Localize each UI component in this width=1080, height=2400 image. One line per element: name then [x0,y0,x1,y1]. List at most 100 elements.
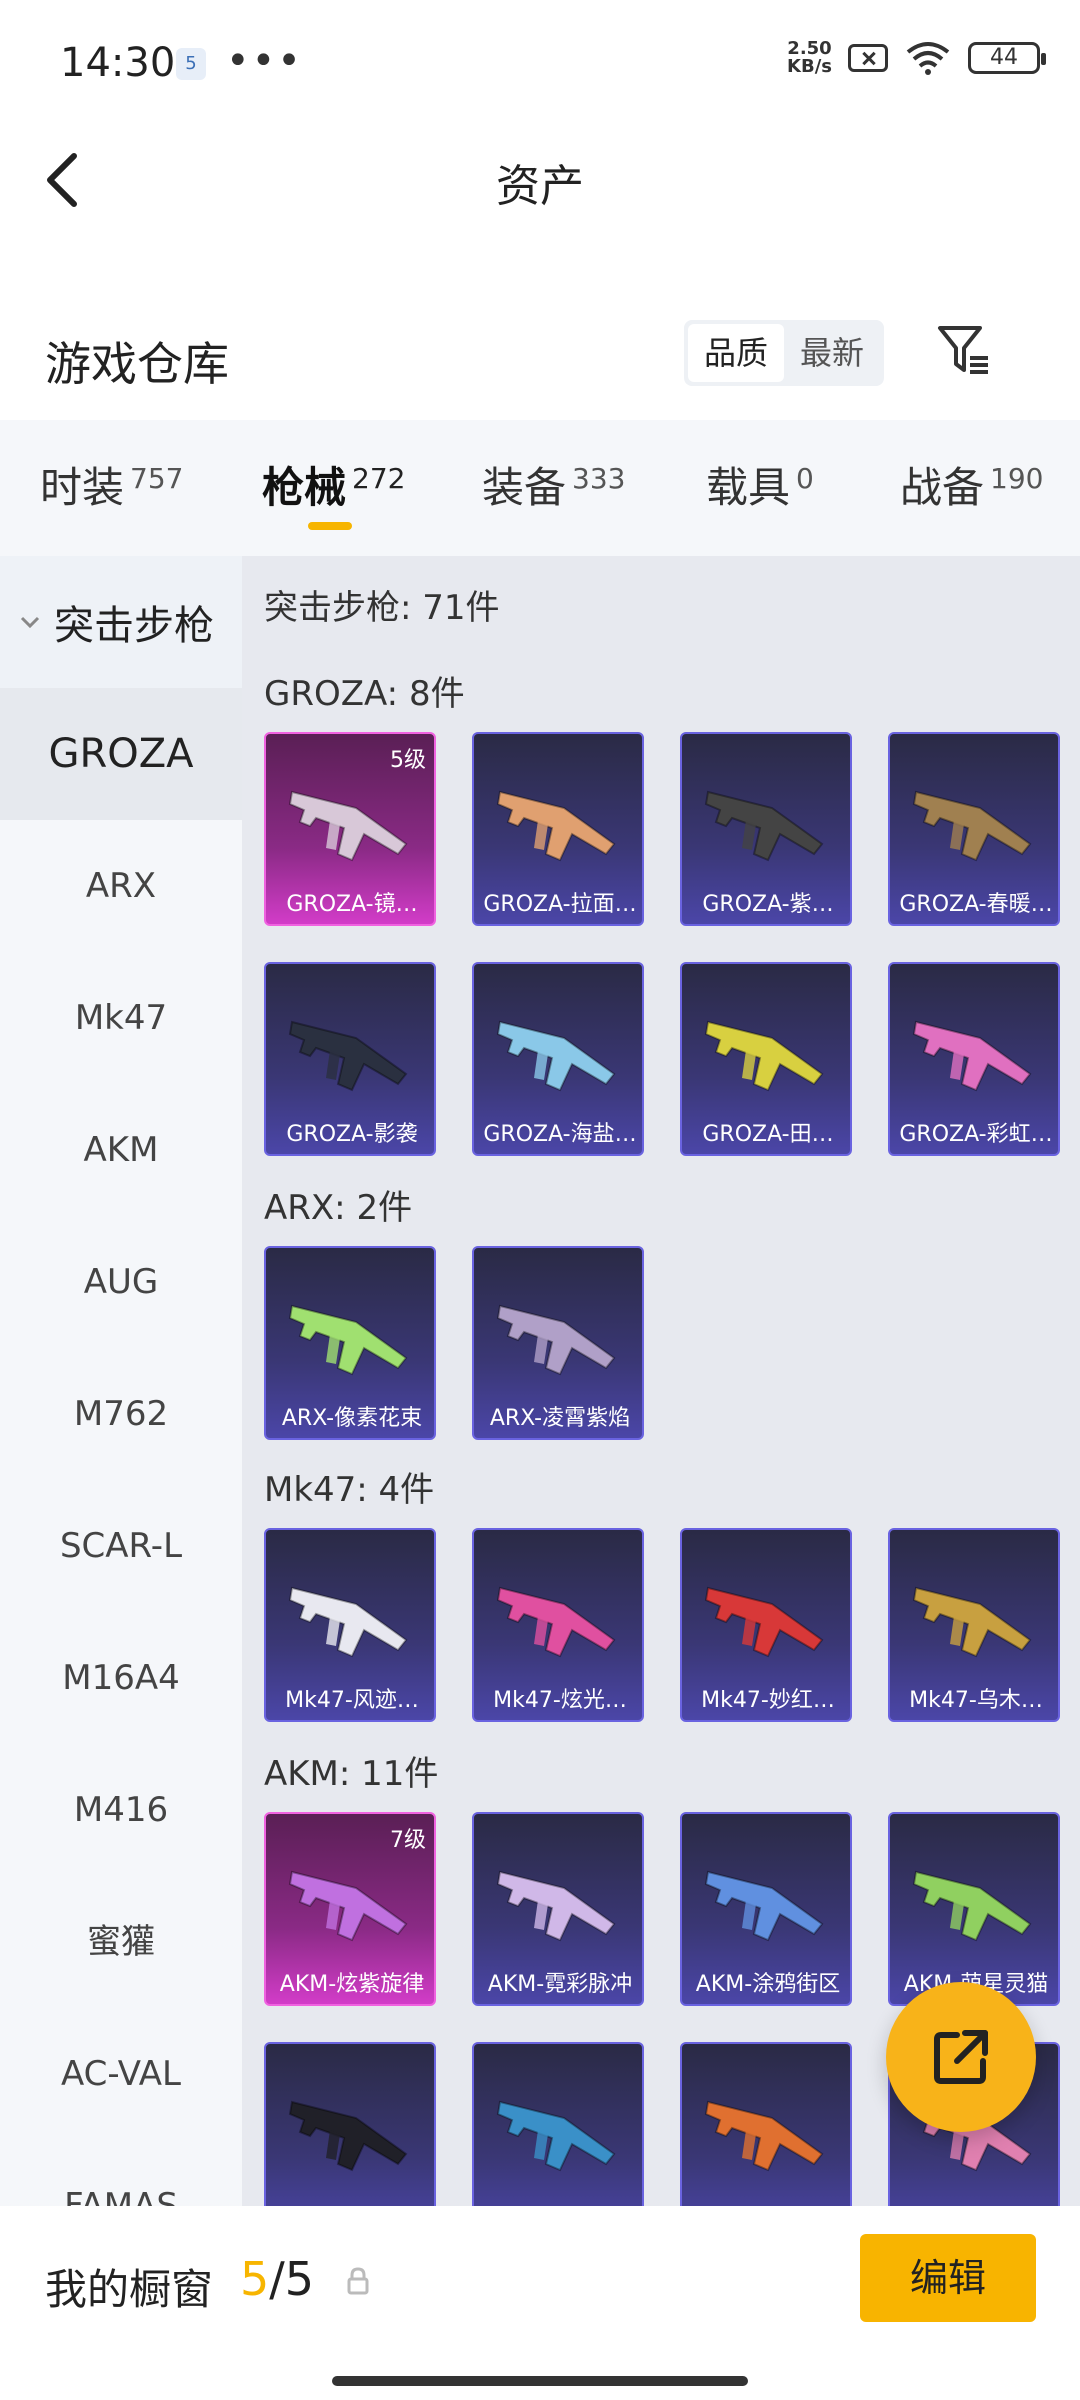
sidebar-item-m16a4[interactable]: M16A4 [0,1612,242,1744]
notification-icon: 5 [176,48,206,80]
weapon-name: Mk47-妙红… [701,1688,835,1713]
sort-option-quality[interactable]: 品质 [688,324,784,382]
filter-icon[interactable] [936,322,992,378]
network-speed-unit: KB/s [787,56,832,77]
tab-supplies[interactable]: 战备 190 [900,454,1043,515]
weapon-tile[interactable]: GROZA-春暖… [888,732,1060,926]
showcase-total: 5 [284,2252,315,2306]
tab-fashion[interactable]: 时装 757 [40,454,183,515]
tab-equipment[interactable]: 装备 333 [482,454,625,515]
weapon-image [288,790,408,862]
sidebar-item-aug[interactable]: AUG [0,1216,242,1348]
weapon-tile[interactable]: ARX-凌霄紫焰 [472,1246,644,1440]
sidebar-item-famas[interactable]: FAMAS [0,2140,242,2206]
weapon-name: GROZA-田… [702,1122,834,1147]
sidebar-item-honey-badger[interactable]: 蜜獾 [0,1876,242,2008]
showcase-separator: / [269,2252,285,2306]
weapon-image [496,1020,616,1092]
lock-icon [347,2267,369,2295]
status-bar: 14:30 5 ••• 2.50 KB/s 44 [0,0,1080,120]
sidebar-item-m762[interactable]: M762 [0,1348,242,1480]
weapon-tile[interactable]: 7级 AKM-炫紫旋律 [264,1812,436,2006]
weapon-tile[interactable]: Mk47-妙红… [680,1528,852,1722]
tab-firearms[interactable]: 枪械 272 [262,454,405,515]
sidebar-item-arx[interactable]: ARX [0,820,242,952]
section-title-arx: ARX: 2件 [264,1188,413,1228]
weapon-tile[interactable] [680,2042,852,2206]
share-icon [934,2030,988,2084]
sidebar-item-mk47[interactable]: Mk47 [0,952,242,1084]
weapon-name: GROZA-镜… [286,892,418,917]
weapon-image [288,1020,408,1092]
tab-vehicles[interactable]: 载具 0 [706,454,814,515]
tab-count: 333 [572,462,626,495]
sidebar-item-scar-l[interactable]: SCAR-L [0,1480,242,1612]
weapon-tile[interactable]: Mk47-乌木… [888,1528,1060,1722]
weapon-image [704,1020,824,1092]
weapon-tile[interactable]: GROZA-拉面… [472,732,644,926]
share-button[interactable] [886,1982,1036,2132]
status-time: 14:30 [60,40,176,86]
section-title-groza: GROZA: 8件 [264,674,465,714]
weapon-image [496,1586,616,1658]
sidebar-item-groza[interactable]: GROZA [0,688,242,820]
weapon-name: GROZA-拉面… [483,892,637,917]
tab-count: 757 [130,462,184,495]
weapon-image [704,1870,824,1942]
section-title-akm: AKM: 11件 [264,1754,439,1794]
weapon-image [912,1586,1032,1658]
tab-label: 战备 [900,463,985,512]
weapon-image [288,1586,408,1658]
weapon-tile[interactable]: GROZA-田… [680,962,852,1156]
weapon-name: AKM-霓彩脉冲 [487,1972,633,1997]
sidebar-item-m416[interactable]: M416 [0,1744,242,1876]
tab-label: 时装 [40,463,125,512]
showcase-count: 5/5 [240,2252,314,2306]
weapon-name: AKM-涂鸦街区 [695,1972,841,1997]
weapon-tile[interactable] [264,2042,436,2206]
warehouse-title: 游戏仓库 [45,337,229,391]
chevron-down-icon [20,616,40,629]
sidebar-item-akm[interactable]: AKM [0,1084,242,1216]
network-speed: 2.50 KB/s [787,40,832,76]
weapon-tile[interactable]: AKM-霓彩脉冲 [472,1812,644,2006]
tab-label: 装备 [482,463,567,512]
weapon-tile[interactable]: GROZA-海盐… [472,962,644,1156]
battery-icon: 44 [968,42,1046,74]
tab-count: 190 [990,462,1044,495]
sidebar-group-assault-rifles[interactable]: 突击步枪 [0,556,242,688]
category-summary: 突击步枪: 71件 [264,588,500,628]
sidebar-item-ac-val[interactable]: AC-VAL [0,2008,242,2140]
weapon-tile[interactable]: AKM-涂鸦街区 [680,1812,852,2006]
weapon-tile[interactable]: GROZA-紫… [680,732,852,926]
weapon-name: GROZA-彩虹… [899,1122,1053,1147]
weapon-tile[interactable]: AKM-萌星灵猫 [888,1812,1060,2006]
weapon-name: AKM-炫紫旋律 [279,1972,425,1997]
weapon-tile[interactable]: GROZA-影袭 [264,962,436,1156]
weapon-image [288,1304,408,1376]
tab-count: 0 [796,462,814,495]
weapon-grid[interactable]: 突击步枪: 71件 GROZA: 8件 5级 GROZA-镜… GROZA-拉面…… [242,556,1080,2206]
weapon-sidebar[interactable]: 突击步枪 GROZA ARX Mk47 AKM AUG M762 SCAR-L … [0,556,242,2206]
weapon-name: GROZA-海盐… [483,1122,637,1147]
weapon-name: ARX-像素花束 [281,1406,423,1431]
sidebar-group-label: 突击步枪 [54,603,214,649]
home-indicator[interactable] [332,2376,748,2386]
weapon-tile[interactable]: Mk47-风迹… [264,1528,436,1722]
weapon-tile[interactable]: 5级 GROZA-镜… [264,732,436,926]
weapon-tile[interactable]: ARX-像素花束 [264,1246,436,1440]
weapon-image [288,2100,408,2172]
sort-toggle[interactable]: 品质 最新 [684,320,884,386]
sort-option-newest[interactable]: 最新 [784,324,880,382]
weapon-image [912,1020,1032,1092]
showcase-bar: 我的橱窗 5/5 编辑 [0,2206,1080,2400]
weapon-tile[interactable] [472,2042,644,2206]
no-sim-icon [848,44,888,72]
weapon-tile[interactable]: GROZA-彩虹… [888,962,1060,1156]
showcase-label: 我的橱窗 [45,2265,214,2314]
weapon-tile[interactable]: Mk47-炫光… [472,1528,644,1722]
edit-button[interactable]: 编辑 [860,2234,1036,2322]
weapon-image [288,1870,408,1942]
weapon-image [704,1586,824,1658]
tab-label: 枪械 [262,463,347,512]
